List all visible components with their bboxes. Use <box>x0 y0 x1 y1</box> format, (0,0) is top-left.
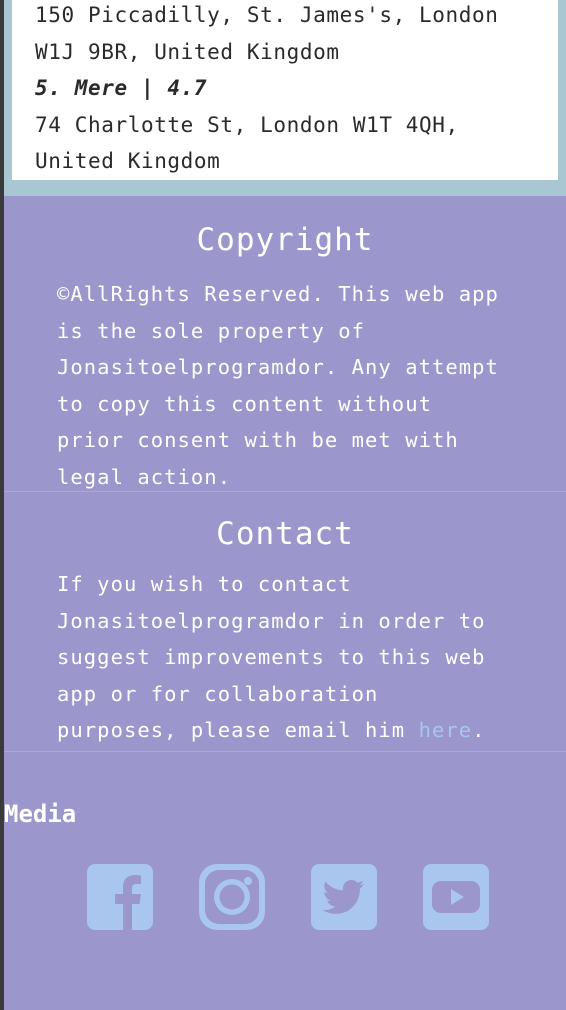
contact-section: Contact If you wish to contact Jonasitoe… <box>4 492 566 752</box>
copyright-text: ©AllRights Reserved. This web app is the… <box>4 276 566 495</box>
copyright-line: is the sole property of <box>57 318 366 343</box>
copyright-line: to copy this content without <box>57 391 432 416</box>
contact-line: purposes, please email him <box>57 718 419 742</box>
contact-text: If you wish to contact Jonasitoelprogram… <box>4 566 566 749</box>
social-icons <box>87 864 489 930</box>
facebook-icon[interactable] <box>87 864 153 930</box>
twitter-icon[interactable] <box>311 864 377 930</box>
address-line: United Kingdom <box>35 149 221 173</box>
media-section: Media <box>4 772 566 834</box>
contact-line: If you wish to contact <box>57 572 352 596</box>
restaurant-list-card: 150 Piccadilly, St. James's, London W1J … <box>12 0 558 180</box>
youtube-icon[interactable] <box>423 864 489 930</box>
media-heading: Media <box>4 799 77 828</box>
contact-heading: Contact <box>216 516 354 552</box>
copyright-line: ©AllRights Reserved. This web app <box>57 282 499 306</box>
copyright-line: Jonasitoelprogramdor. Any attempt <box>57 355 499 379</box>
contact-line: Jonasitoelprogramdor in order to <box>57 608 486 633</box>
email-link[interactable]: here <box>419 718 473 742</box>
copyright-section: Copyright ©AllRights Reserved. This web … <box>4 196 566 492</box>
footer: Copyright ©AllRights Reserved. This web … <box>4 196 566 1010</box>
copyright-line: legal action. <box>57 464 232 489</box>
contact-line: app or for collaboration <box>57 681 379 706</box>
contact-line-end: . <box>472 718 486 742</box>
copyright-heading: Copyright <box>196 222 374 258</box>
copyright-line: prior consent with be met with <box>57 428 459 452</box>
restaurant-title: 5. Mere | 4.7 <box>35 76 208 100</box>
contact-line: suggest improvements to this web <box>57 645 486 669</box>
address-line: W1J 9BR, United Kingdom <box>35 39 340 64</box>
address-line: 150 Piccadilly, St. James's, London <box>35 3 499 27</box>
instagram-icon[interactable] <box>199 864 265 930</box>
address-line: 74 Charlotte St, London W1T 4QH, <box>35 112 459 137</box>
